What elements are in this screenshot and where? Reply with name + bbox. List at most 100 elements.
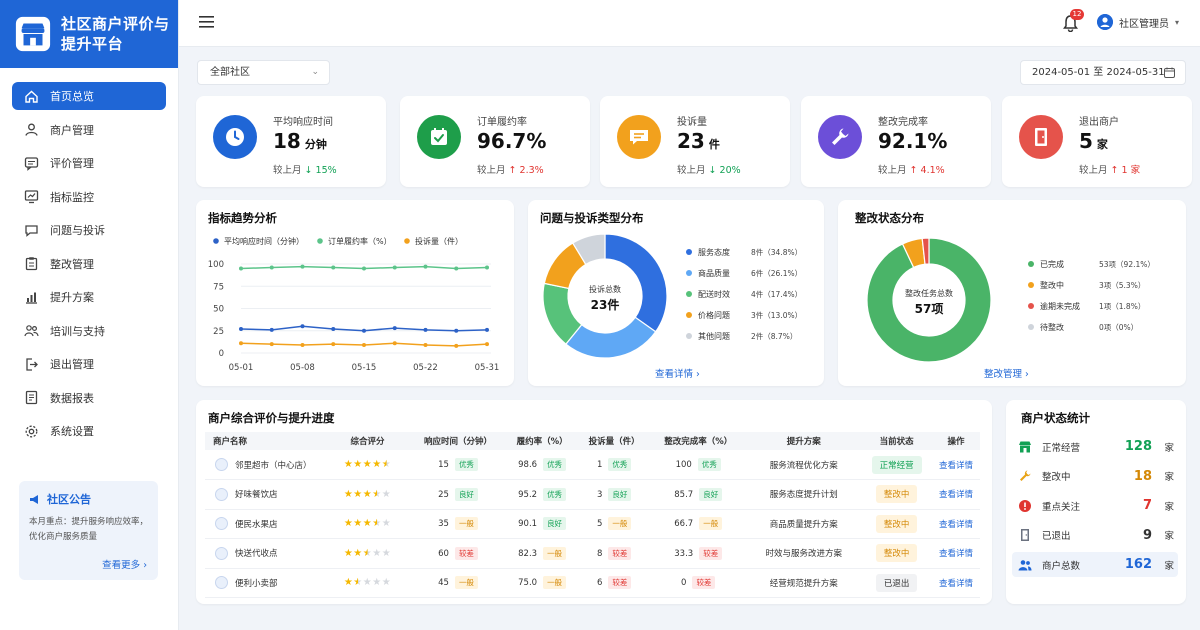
- community-select[interactable]: 全部社区 ⌄: [197, 60, 330, 85]
- legend-value: 1项（1.8%）: [1099, 302, 1145, 311]
- report-icon: [25, 390, 38, 405]
- merchant-name: 便利小卖部: [235, 578, 278, 589]
- data-point: [362, 328, 366, 333]
- avatar: [1097, 14, 1113, 30]
- notice-more-link[interactable]: 查看更多 ›: [102, 557, 147, 571]
- column-header: 商户名称: [205, 432, 325, 450]
- top-bar: 12 社区管理员 ▾: [179, 0, 1200, 47]
- action-cell: 查看详情: [931, 479, 980, 510]
- issues-donut-chart: 投诉总数 23件 服务态度 8件（34.8%） 商品质量 6件（26.1%） 配送时效 4件（…: [542, 233, 802, 359]
- legend-label: 配送时效: [698, 289, 730, 299]
- message-icon: [630, 130, 648, 145]
- stat-value: 18: [1133, 468, 1152, 484]
- stat-row: 已退出 9 家: [1018, 523, 1178, 548]
- metric-cell: 85.7 良好: [650, 479, 747, 510]
- sidebar-item-5[interactable]: 整改管理: [12, 250, 166, 278]
- metric-cell: 98.6 优秀: [506, 450, 579, 480]
- sidebar-item-2[interactable]: 评价管理: [12, 149, 166, 177]
- legend-dot: [686, 270, 692, 276]
- kpi-card-3: 整改完成率 92.1% 较上月 ↑ 4.1%: [801, 96, 991, 187]
- stat-value: 128: [1124, 439, 1152, 454]
- data-point: [423, 327, 428, 332]
- legend-value: 4件（17.4%）: [751, 289, 802, 299]
- data-point: [392, 326, 397, 331]
- view-detail-link[interactable]: 查看详情: [939, 579, 973, 589]
- view-detail-link[interactable]: 查看详情: [939, 490, 973, 500]
- metric-cell: 35 一般: [410, 509, 507, 539]
- sidebar-item-9[interactable]: 数据报表: [12, 384, 166, 412]
- data-point: [454, 266, 459, 271]
- date-range-picker[interactable]: 2024-05-01 至 2024-05-31: [1020, 60, 1186, 85]
- issues-view-link[interactable]: 查看详情 ›: [655, 366, 700, 380]
- trend-line-chart: 平均响应时间（分钟） 订单履约率（%） 投诉量（件） 0 25 50 75 100 05-01 0…: [208, 236, 500, 373]
- star-full-icon: ★: [362, 459, 373, 470]
- plan-cell: 经营规范提升方案: [746, 568, 862, 598]
- view-detail-link[interactable]: 查看详情: [939, 461, 973, 471]
- column-header: 综合评分: [325, 432, 410, 450]
- sidebar-item-10[interactable]: 系统设置: [12, 417, 166, 445]
- legend-label: 其他问题: [698, 331, 730, 341]
- star-empty-icon: ★: [362, 577, 373, 589]
- legend-dot: [317, 238, 323, 244]
- kpi-unit: 分钟: [304, 138, 327, 151]
- status-badge: 已退出: [875, 573, 918, 592]
- comment-icon: [24, 156, 39, 171]
- sidebar-item-6[interactable]: 提升方案: [12, 283, 166, 311]
- action-cell: 查看详情: [931, 538, 980, 569]
- grade-tag: 一般: [543, 546, 567, 560]
- sidebar-item-8[interactable]: 退出管理: [12, 350, 166, 378]
- column-header: 履约率（%）: [506, 432, 579, 450]
- kpi-compare: 较上月 ↑ 4.1%: [878, 165, 945, 176]
- chevron-down-icon: ▾: [1175, 17, 1180, 27]
- legend-label: 价格问题: [698, 310, 730, 320]
- rating-stars: ★★★★★: [344, 548, 391, 559]
- clipboard-icon: [25, 257, 38, 271]
- sidebar-item-label: 商户管理: [50, 123, 94, 137]
- sidebar-item-label: 数据报表: [50, 391, 94, 405]
- sidebar-item-4[interactable]: 问题与投诉: [12, 216, 166, 244]
- data-point: [269, 265, 274, 270]
- merchant-name-cell: 快送代收点: [205, 538, 325, 569]
- status-badge: 整改中: [875, 544, 918, 563]
- legend-label: 整改中: [1040, 280, 1064, 290]
- sidebar-item-0[interactable]: 首页总览: [12, 82, 166, 110]
- kpi-label: 订单履约率: [477, 117, 527, 128]
- star-half-icon: ★: [372, 518, 382, 530]
- status-cell: 整改中: [861, 538, 932, 569]
- notice-card: 社区公告 本月重点：提升服务响应效率，优化商户服务质量 查看更多 ›: [19, 481, 158, 580]
- user-menu[interactable]: 社区管理员 ▾: [1097, 14, 1179, 30]
- kpi-icon-badge: [417, 115, 461, 159]
- merchant-table: 商户名称 综合评分 响应时间（分钟） 履约率（%） 投诉量（件） 整改完成率（%） 提升方案…: [205, 432, 980, 598]
- sidebar-item-label: 首页总览: [50, 90, 94, 103]
- kpi-compare: 较上月 ↓ 20%: [677, 165, 741, 176]
- sidebar-item-3[interactable]: 指标监控: [12, 183, 166, 211]
- star-full-icon: ★: [343, 518, 354, 530]
- grade-tag: 良好: [608, 487, 632, 501]
- star-half-icon: ★: [353, 577, 363, 589]
- kpi-change: ↓ 20%: [708, 165, 741, 176]
- grade-tag: 优秀: [697, 458, 721, 471]
- menu-toggle-icon[interactable]: [199, 15, 215, 29]
- legend-dot: [1028, 282, 1034, 288]
- user-name: 社区管理员: [1119, 18, 1169, 30]
- data-point: [362, 342, 366, 347]
- legend-value: 6件（26.1%）: [751, 268, 802, 278]
- stat-value: 9: [1142, 527, 1152, 543]
- view-detail-link[interactable]: 查看详情: [939, 549, 973, 559]
- data-point: [300, 264, 305, 269]
- stat-label: 正常经营: [1042, 442, 1081, 454]
- plan-cell: 商品质量提升方案: [746, 509, 862, 539]
- sidebar-item-7[interactable]: 培训与支持: [12, 317, 166, 345]
- grade-tag: 较差: [699, 546, 723, 560]
- data-point: [423, 264, 428, 269]
- star-full-icon: ★: [362, 488, 373, 500]
- view-detail-link[interactable]: 查看详情: [939, 520, 973, 530]
- metric-cell: 3 良好: [578, 479, 651, 510]
- app-title: 社区商户评价与提升平台: [61, 15, 170, 53]
- donut-center-label: 整改任务总数: [905, 288, 953, 298]
- fix-view-link[interactable]: 整改管理 ›: [984, 366, 1029, 380]
- sidebar-item-1[interactable]: 商户管理: [12, 116, 166, 144]
- donut-center-label: 投诉总数: [589, 284, 621, 294]
- legend-dot: [686, 291, 692, 297]
- issues-panel: 问题与投诉类型分布 投诉总数 23件 服务态度 8件（34.8%） 商品质量 6件（26.…: [528, 200, 824, 386]
